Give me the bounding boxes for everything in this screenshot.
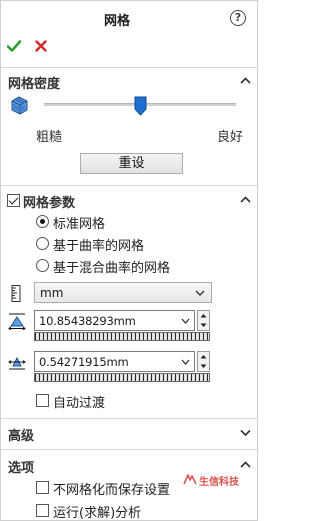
global-size-spinner[interactable] (197, 310, 210, 331)
spin-up-icon[interactable] (198, 352, 209, 361)
unit-select[interactable]: mm (34, 282, 212, 303)
density-slider-thumb[interactable] (134, 96, 147, 116)
radio-standard-mesh[interactable] (36, 215, 49, 228)
chevron-down-icon[interactable] (181, 359, 190, 365)
divider (1, 185, 257, 186)
ruler-icon (11, 285, 21, 302)
radio-curvature-mesh[interactable] (36, 237, 49, 250)
mesh-property-panel: 网格 ? 网格密度 粗糙 良好 重设 网格参数 标准网格 基于曲率的网格 基于混… (0, 0, 258, 521)
auto-transition-label[interactable]: 自动过渡 (53, 392, 105, 411)
radio-standard-mesh-label[interactable]: 标准网格 (53, 213, 105, 232)
title-bar: 网格 ? (1, 1, 257, 35)
chevron-up-icon[interactable] (240, 196, 251, 203)
params-section-title: 网格参数 (23, 196, 76, 211)
slider-fine-label: 良好 (217, 130, 244, 145)
divider (1, 449, 257, 450)
chevron-down-icon[interactable] (181, 318, 190, 324)
save-without-meshing-checkbox[interactable] (36, 481, 49, 494)
tolerance-spinner[interactable] (197, 351, 210, 372)
radio-blended-curvature-mesh-label[interactable]: 基于混合曲率的网格 (53, 257, 170, 276)
check-icon[interactable] (7, 39, 21, 53)
divider (1, 67, 257, 68)
density-section-title: 网格密度 (8, 77, 61, 92)
global-size-input[interactable]: 10.85438293mm (34, 310, 195, 331)
options-section-title: 选项 (8, 461, 35, 476)
auto-transition-checkbox[interactable] (36, 394, 49, 407)
chevron-down-icon[interactable] (240, 429, 251, 436)
chevron-down-icon (195, 290, 205, 296)
x-icon[interactable] (34, 39, 48, 53)
reset-button[interactable]: 重设 (80, 153, 183, 174)
spin-up-icon[interactable] (198, 311, 209, 320)
run-analysis-checkbox[interactable] (36, 504, 49, 517)
panel-title: 网格 (103, 14, 130, 29)
advanced-section-title: 高级 (8, 429, 35, 444)
unit-select-value: mm (40, 286, 64, 300)
divider (1, 418, 257, 419)
watermark: 生信科技 (183, 473, 249, 488)
watermark-logo-icon (183, 474, 197, 485)
watermark-text: 生信科技 (199, 477, 239, 488)
tolerance-thumbwheel[interactable] (34, 373, 210, 382)
radio-blended-curvature-mesh[interactable] (36, 259, 49, 272)
chevron-up-icon[interactable] (240, 461, 251, 468)
run-analysis-label[interactable]: 运行(求解)分析 (53, 502, 141, 521)
help-icon[interactable]: ? (230, 10, 246, 26)
spin-down-icon[interactable] (198, 321, 209, 330)
params-section-header[interactable]: 网格参数 (1, 188, 257, 212)
tolerance-value: 0.54271915mm (39, 355, 129, 369)
chevron-up-icon[interactable] (240, 77, 251, 84)
spin-down-icon[interactable] (198, 362, 209, 371)
global-size-thumbwheel[interactable] (34, 332, 210, 341)
slider-coarse-label: 粗糙 (36, 130, 63, 145)
density-section-header[interactable]: 网格密度 (1, 69, 257, 93)
advanced-section-header[interactable]: 高级 (1, 421, 257, 445)
tolerance-icon (8, 356, 26, 370)
global-size-icon (8, 313, 26, 330)
params-enable-checkbox[interactable] (7, 194, 20, 207)
global-size-value: 10.85438293mm (39, 314, 136, 328)
save-without-meshing-label[interactable]: 不网格化而保存设置 (53, 479, 170, 498)
tolerance-input[interactable]: 0.54271915mm (34, 351, 195, 372)
mesh-density-icon (11, 96, 28, 115)
radio-curvature-mesh-label[interactable]: 基于曲率的网格 (53, 235, 144, 254)
